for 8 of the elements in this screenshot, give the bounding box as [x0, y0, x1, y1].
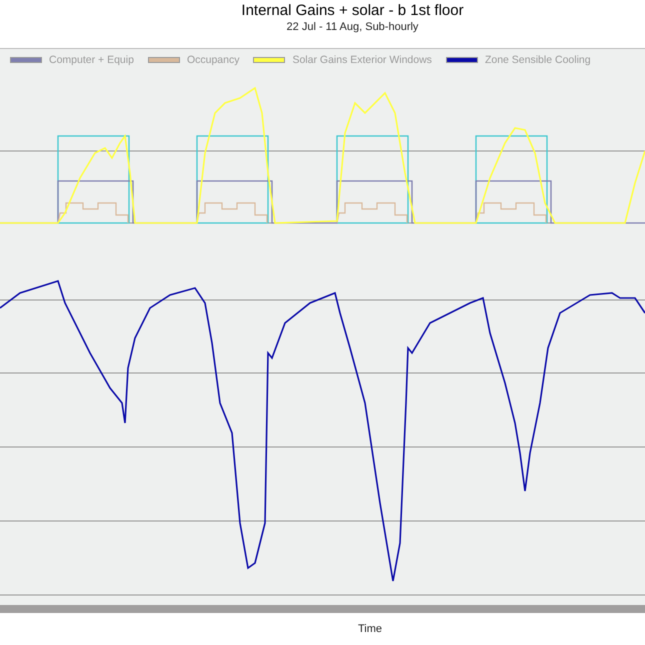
legend-label: Occupancy [186, 54, 240, 66]
scroll-bar[interactable] [0, 605, 645, 613]
legend-label: Computer + Equip [49, 54, 134, 66]
x-axis-label: Time [358, 623, 382, 635]
legend-label: Zone Sensible Cooling [484, 54, 591, 66]
chart-title: Internal Gains + solar - b 1st floor [241, 2, 464, 20]
chart-subtitle: 22 Jul - 11 Aug, Sub-hourly [286, 20, 418, 34]
legend-label: Solar Gains Exterior Windows [292, 54, 432, 66]
